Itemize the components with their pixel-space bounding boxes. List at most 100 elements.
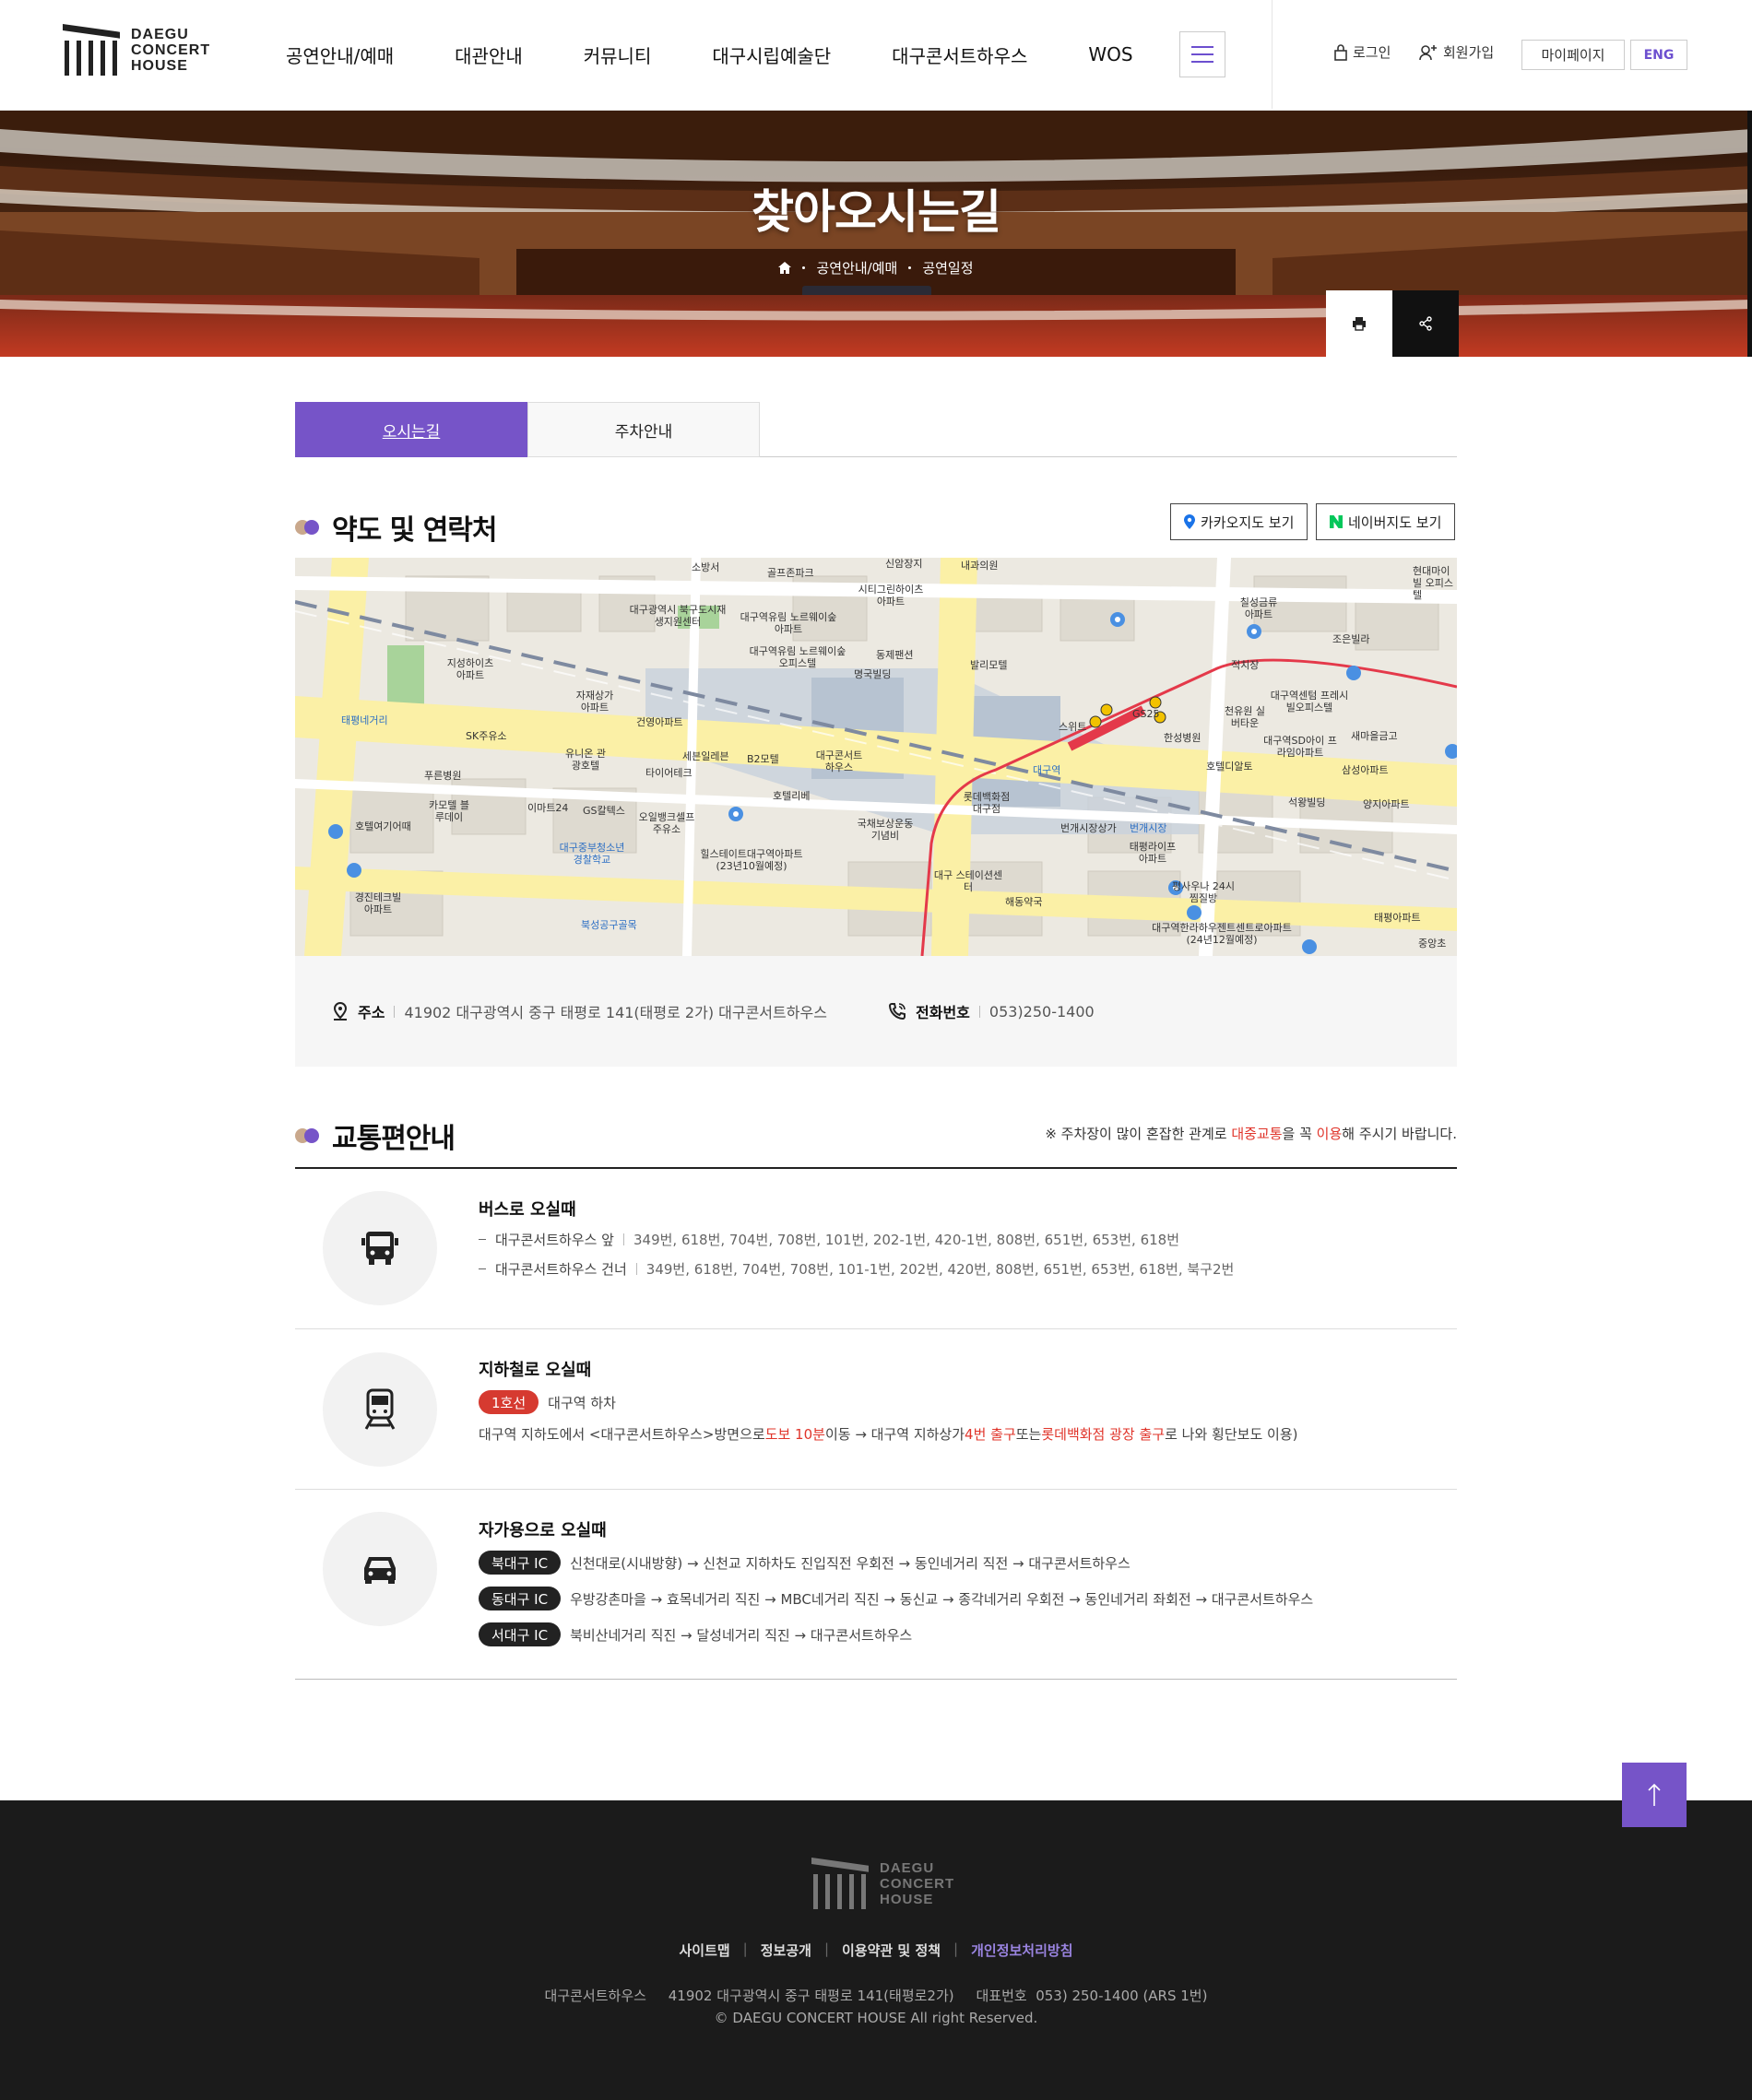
map-label: 골프존파크	[767, 567, 814, 579]
bus-stop: 대구콘서트하우스 앞	[495, 1232, 614, 1248]
bus-section: 버스로 오실때 대구콘서트하우스 앞 349번, 618번, 704번, 708번…	[295, 1169, 1457, 1329]
arrow-up-icon	[1648, 1783, 1661, 1806]
breadcrumb-item[interactable]: 공연일정	[922, 258, 973, 277]
map-label: 롯데백화점 대구점	[963, 791, 1011, 815]
lock-icon	[1334, 43, 1347, 61]
car-icon	[364, 1557, 396, 1584]
footer-info: 대구콘서트하우스 41902 대구광역시 중구 태평로 141(태평로2가) 대…	[544, 1988, 1208, 2004]
logo-line: CONCERT	[131, 41, 211, 58]
address-label: 주소	[358, 1004, 385, 1021]
footer-links: 사이트맵 | 정보공개 | 이용약관 및 정책 | 개인정보처리방침	[679, 1941, 1073, 1960]
line1-badge: 1호선	[479, 1390, 539, 1414]
scroll-top-button[interactable]	[1622, 1763, 1687, 1827]
footer-link-privacy[interactable]: 개인정보처리방침	[971, 1941, 1072, 1960]
breadcrumb: 공연안내/예매 공연일정	[0, 258, 1752, 277]
address-row: 주소 41902 대구광역시 중구 태평로 141(태평로 2가) 대구콘서트하…	[332, 1000, 827, 1022]
bus-row: 대구콘서트하우스 앞 349번, 618번, 704번, 708번, 101번, …	[479, 1230, 1234, 1249]
map-label: 조은빌라	[1332, 633, 1370, 645]
kakao-map-button[interactable]: 카카오지도 보기	[1170, 503, 1308, 540]
map-label: GS칼텍스	[583, 805, 625, 817]
map-label: B2모텔	[747, 753, 779, 765]
site-footer: DAEGU CONCERT HOUSE 사이트맵 | 정보공개 | 이용약관 및 정…	[0, 1800, 1752, 2100]
map-label: 호텔디알토	[1206, 761, 1253, 773]
car-row: 동대구 IC 우방강촌마을 → 효목네거리 직진 → MBC네거리 직진 → 동…	[479, 1587, 1313, 1610]
map-pin-icon	[1184, 514, 1195, 529]
nav-item-concert-house[interactable]: 대구콘서트하우스	[892, 41, 1027, 68]
map-label: 새마을금고	[1351, 730, 1398, 742]
car-title: 자가용으로 오실때	[479, 1521, 607, 1540]
signup-label: 회원가입	[1443, 44, 1495, 61]
map-label: 힐스테이트대구역아파트 (23년10월예정)	[700, 848, 803, 872]
logo-line: HOUSE	[131, 57, 188, 74]
map-label: 대구역SD아이 프라임아파트	[1263, 735, 1337, 759]
nav-item-rental[interactable]: 대관안내	[455, 41, 523, 68]
subway-station: 대구역 하차	[548, 1394, 616, 1411]
map-label: 자재상가 아파트	[575, 690, 614, 714]
phone-row: 전화번호 053)250-1400	[888, 1000, 1095, 1022]
eng-button[interactable]: ENG	[1630, 40, 1687, 70]
map-label: 대구역유림 노르웨이숲오피스텔	[749, 645, 846, 669]
logo-mark-icon	[63, 24, 120, 76]
map-label: 발리모텔	[970, 659, 1008, 671]
map-label: 석왕빌딩	[1288, 796, 1326, 808]
ic-badge: 동대구 IC	[479, 1587, 562, 1610]
car-route: 우방강촌마을 → 효목네거리 직진 → MBC네거리 직진 → 동신교 → 종각…	[570, 1590, 1314, 1608]
footer-link-disclosure[interactable]: 정보공개	[761, 1941, 811, 1960]
hamburger-menu-button[interactable]	[1179, 31, 1225, 77]
address-value: 41902 대구광역시 중구 태평로 141(태평로 2가) 대구콘서트하우스	[404, 1004, 827, 1021]
car-route: 신천대로(시내방향) → 신천교 지하차도 진입직전 우회전 → 동인네거리 직…	[570, 1554, 1131, 1572]
map-label: 적치장	[1231, 659, 1260, 671]
bus-row: 대구콘서트하우스 건너 349번, 618번, 704번, 708번, 101-1…	[479, 1259, 1234, 1279]
footer-copyright: © DAEGU CONCERT HOUSE All right Reserved…	[714, 2010, 1038, 2026]
ic-badge: 서대구 IC	[479, 1622, 562, 1646]
map-label: 내과의원	[961, 560, 999, 572]
map-label: 태평라이프 아파트	[1129, 841, 1177, 865]
map-label: 대구역한라하우젠트센트로아파트 (24년12월예정)	[1152, 922, 1292, 946]
login-link[interactable]: 로그인	[1334, 42, 1391, 62]
map-label: 카모텔 블루데이	[429, 799, 469, 823]
nav-item-community[interactable]: 커뮤니티	[584, 41, 652, 68]
map-label: 푸른병원	[424, 770, 462, 782]
car-icon-circle	[323, 1512, 437, 1626]
car-route: 북비산네거리 직진 → 달성네거리 직진 → 대구콘서트하우스	[570, 1626, 913, 1644]
map-label: 한성병원	[1164, 732, 1202, 744]
footer-logo[interactable]: DAEGU CONCERT HOUSE	[811, 1858, 954, 1909]
map-label: 북성공구골목	[581, 919, 637, 931]
share-icon	[1419, 316, 1432, 331]
phone-label: 전화번호	[916, 1004, 970, 1021]
map-label: 중앙초	[1418, 938, 1447, 950]
map-label: 명국빌딩	[854, 668, 892, 680]
add-user-icon	[1419, 44, 1437, 60]
tab-parking[interactable]: 주차안내	[527, 402, 760, 457]
share-button[interactable]	[1392, 290, 1459, 357]
map-label: 번개시장	[1130, 822, 1167, 834]
map-label: 대구 스테이션센터	[933, 869, 1003, 893]
footer-link-terms[interactable]: 이용약관 및 정책	[842, 1941, 941, 1960]
tab-directions[interactable]: 오시는길	[295, 402, 527, 457]
map-label: 천유원 실버타운	[1225, 705, 1265, 729]
map-label: SK주유소	[466, 730, 507, 742]
site-logo[interactable]: DAEGU CONCERT HOUSE	[63, 24, 210, 76]
logo-line: HOUSE	[880, 1891, 934, 1907]
nav-item-wos[interactable]: WOS	[1088, 43, 1132, 65]
footer-link-sitemap[interactable]: 사이트맵	[679, 1941, 729, 1960]
naver-map-button[interactable]: 네이버지도 보기	[1316, 503, 1456, 540]
map-label: 평사우나 24시찜질방	[1171, 880, 1236, 904]
page-title: 찾아오시는길	[752, 185, 1001, 239]
map-label: 대구콘서트 하우스	[815, 749, 863, 773]
map-label: 호텔여기어때	[355, 820, 411, 832]
map-label: 건영아파트	[636, 716, 683, 728]
logo-line: DAEGU	[131, 26, 189, 42]
signup-link[interactable]: 회원가입	[1419, 42, 1494, 62]
nav-item-art-troupe[interactable]: 대구시립예술단	[712, 41, 831, 68]
home-icon[interactable]	[778, 262, 792, 274]
breadcrumb-item[interactable]: 공연안내/예매	[816, 258, 897, 277]
mypage-button[interactable]: 마이페이지	[1521, 40, 1625, 70]
nav-item-performance[interactable]: 공연안내/예매	[286, 41, 394, 68]
login-label: 로그인	[1353, 44, 1391, 61]
ic-badge: 북대구 IC	[479, 1551, 562, 1575]
map-label: 호텔리베	[773, 790, 811, 802]
title-dots-icon	[295, 1127, 323, 1144]
print-button[interactable]	[1326, 290, 1392, 357]
location-map[interactable]: 소방서 골프존파크 신암장지 내과의원 현대마이빌 오피스텔 시티그린하이츠 아…	[295, 558, 1457, 956]
